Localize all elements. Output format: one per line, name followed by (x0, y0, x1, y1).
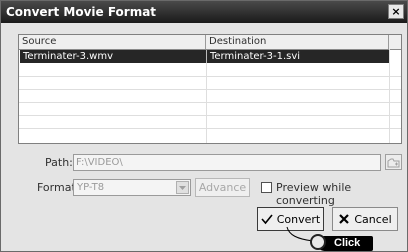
dialog-title: Convert Movie Format (6, 5, 157, 19)
click-indicator-icon (310, 234, 326, 250)
table-row[interactable]: Terminater-3.wmv Terminater-3-1.svi (20, 50, 390, 63)
path-value: F:\VIDEO\ (76, 157, 123, 168)
advance-button[interactable]: Advance (195, 178, 250, 197)
preview-label[interactable]: Preview while converting (276, 181, 407, 207)
column-header-destination[interactable]: Destination (206, 35, 389, 49)
grid-line (19, 115, 401, 116)
column-header-source[interactable]: Source (19, 35, 206, 49)
grid-line (19, 76, 401, 77)
file-table[interactable]: Source Destination Terminater-3.wmv Term… (18, 34, 402, 144)
convert-label: Convert (276, 212, 321, 226)
cancel-label: Cancel (354, 212, 392, 226)
format-select[interactable]: YP-T8 (73, 179, 191, 196)
folder-icon (387, 158, 400, 168)
title-bar: Convert Movie Format × (1, 1, 407, 23)
column-divider (389, 49, 390, 143)
cancel-button[interactable]: Cancel (332, 207, 398, 231)
preview-checkbox[interactable] (261, 182, 272, 193)
grid-line (19, 102, 401, 103)
close-button[interactable]: × (388, 4, 404, 19)
browse-button[interactable] (385, 154, 402, 170)
x-icon (338, 213, 350, 225)
close-icon: × (391, 5, 401, 18)
checkmark-icon (261, 213, 273, 225)
grid-line (19, 128, 401, 129)
chevron-down-icon[interactable] (176, 181, 189, 194)
path-label: Path: (45, 156, 73, 169)
advance-label: Advance (198, 181, 247, 194)
convert-dialog: Convert Movie Format × Source Destinatio… (0, 0, 408, 252)
table-header: Source Destination (19, 35, 401, 50)
source-cell: Terminater-3.wmv (23, 51, 114, 62)
click-callout-label: Click (334, 237, 361, 249)
grid-line (19, 89, 401, 90)
destination-cell: Terminater-3-1.svi (206, 50, 393, 63)
column-header-filler (389, 35, 401, 49)
column-divider (206, 63, 207, 143)
path-field[interactable]: F:\VIDEO\ (73, 154, 381, 171)
format-value: YP-T8 (77, 182, 105, 193)
